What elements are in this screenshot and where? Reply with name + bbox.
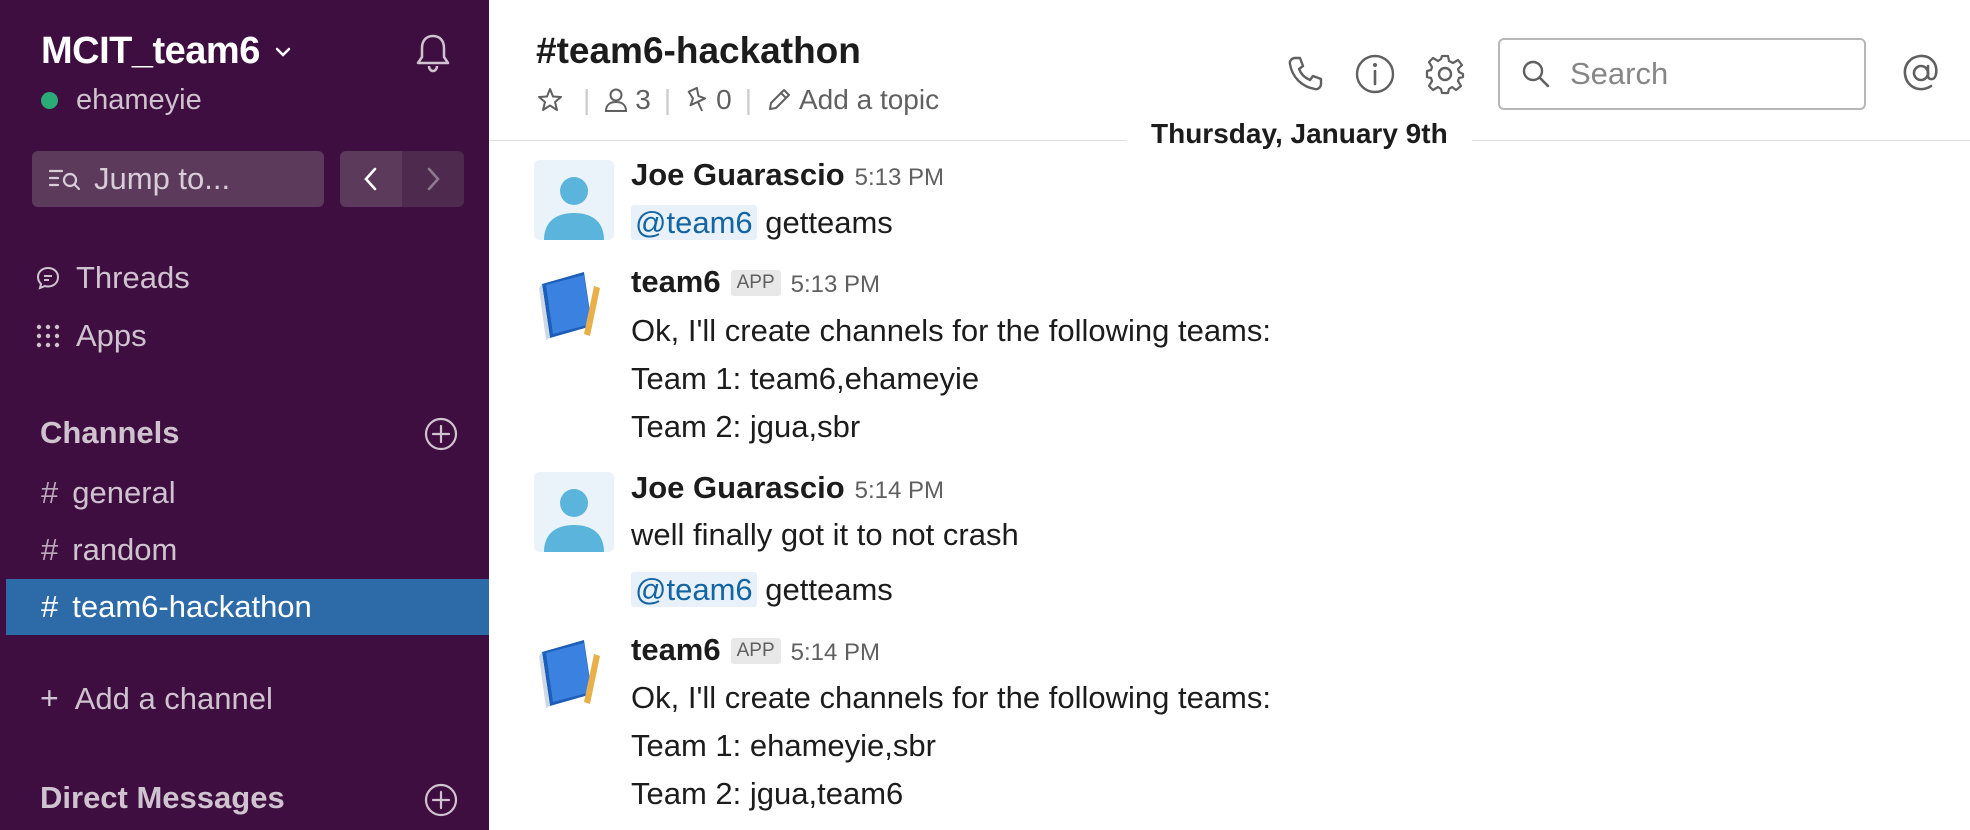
message-author[interactable]: team6 — [631, 264, 721, 300]
sidebar-item-apps[interactable]: Apps — [34, 318, 147, 354]
back-button[interactable] — [340, 151, 402, 207]
channels-header[interactable]: Channels — [40, 415, 180, 451]
history-nav — [340, 151, 464, 207]
add-dm-circle-icon[interactable] — [423, 782, 459, 818]
app-badge: APP — [730, 270, 781, 296]
channel-label: general — [72, 475, 176, 510]
message-header: Joe Guarascio 5:13 PM — [631, 157, 944, 193]
bell-icon[interactable] — [410, 30, 456, 76]
sidebar-item-threads[interactable]: Threads — [34, 260, 190, 296]
message-body: well finally got it to not crash — [631, 517, 1019, 552]
jump-to-label: Jump to... — [94, 161, 231, 196]
gear-icon[interactable] — [1423, 52, 1467, 96]
message-author[interactable]: team6 — [631, 632, 721, 668]
bot-avatar[interactable] — [534, 266, 614, 346]
message-body: Ok, I'll create channels for the followi… — [631, 313, 1271, 348]
user-status[interactable]: ehameyie — [41, 84, 202, 117]
chevron-left-icon — [364, 167, 377, 191]
message-body: getteams — [765, 572, 893, 607]
workspace-name: MCIT_team6 — [41, 30, 260, 72]
message-body: Team 1: ehameyie,sbr — [631, 728, 936, 763]
add-channel-circle-icon[interactable] — [423, 416, 459, 452]
divider: | — [744, 84, 752, 115]
sidebar-item-label: Apps — [76, 318, 147, 353]
hash-icon: # — [41, 475, 59, 510]
message-timestamp[interactable]: 5:14 PM — [855, 477, 944, 505]
message-timestamp[interactable]: 5:13 PM — [791, 271, 880, 299]
message-header: Joe Guarascio 5:14 PM — [631, 470, 944, 506]
add-topic-label: Add a topic — [799, 84, 940, 115]
message-body: Team 2: jgua,team6 — [631, 776, 904, 811]
divider: | — [583, 84, 591, 115]
hash-icon: # — [41, 589, 59, 624]
members-count: 3 — [635, 84, 651, 115]
star-icon[interactable] — [536, 86, 564, 114]
search-icon — [1522, 60, 1550, 88]
forward-button[interactable] — [402, 151, 464, 207]
direct-messages-header[interactable]: Direct Messages — [40, 780, 285, 816]
message-body: Team 2: jgua,sbr — [631, 409, 861, 444]
search-box[interactable] — [1498, 38, 1866, 110]
message-text: @team6 getteams — [631, 205, 893, 241]
message-header: team6 APP 5:14 PM — [631, 632, 880, 668]
avatar[interactable] — [534, 160, 614, 240]
date-divider: Thursday, January 9th — [1127, 118, 1472, 150]
channel-meta: | 3 | 0 | Add a topic — [536, 84, 939, 116]
current-user-name: ehameyie — [76, 84, 202, 116]
message-body: Ok, I'll create channels for the followi… — [631, 680, 1271, 715]
plus-icon: + — [40, 680, 59, 716]
divider: | — [663, 84, 672, 115]
slack-app: MCIT_team6 ehameyie Jump to... Threads A… — [0, 0, 1970, 830]
phone-icon[interactable] — [1283, 52, 1327, 96]
chevron-right-icon — [427, 167, 440, 191]
pencil-icon — [769, 89, 790, 110]
search-list-icon — [48, 169, 81, 191]
user-avatar-icon — [534, 160, 614, 240]
members-button[interactable]: 3 — [603, 84, 651, 116]
channel-title[interactable]: #team6-hackathon — [536, 30, 861, 72]
message-header: team6 APP 5:13 PM — [631, 264, 880, 300]
pin-icon — [687, 86, 707, 112]
sidebar: MCIT_team6 ehameyie Jump to... Threads A… — [0, 0, 489, 830]
person-icon — [605, 88, 628, 112]
channel-label: random — [72, 532, 178, 567]
message-text: @team6 getteams — [631, 572, 893, 608]
hash-icon: # — [41, 532, 59, 567]
message-body: getteams — [765, 205, 893, 240]
app-book-icon — [534, 266, 614, 346]
user-avatar-icon — [534, 472, 614, 552]
message-body: Team 1: team6,ehameyie — [631, 361, 980, 396]
channel-random[interactable]: # random — [6, 522, 489, 578]
channel-label: team6-hackathon — [72, 589, 312, 624]
message-author[interactable]: Joe Guarascio — [631, 157, 845, 193]
channel-team6-hackathon[interactable]: # team6-hackathon — [6, 579, 489, 635]
add-channel-label: Add a channel — [74, 680, 273, 716]
message-timestamp[interactable]: 5:13 PM — [855, 164, 944, 192]
channel-general[interactable]: # general — [6, 465, 489, 521]
sidebar-item-label: Threads — [76, 260, 190, 295]
app-badge: APP — [730, 638, 781, 664]
chevron-down-icon — [275, 47, 291, 57]
message-author[interactable]: Joe Guarascio — [631, 470, 845, 506]
jump-to-button[interactable]: Jump to... — [32, 151, 324, 207]
add-topic-button[interactable]: Add a topic — [765, 84, 939, 116]
apps-icon — [36, 324, 60, 348]
mentions-at-icon[interactable] — [1898, 50, 1944, 96]
app-book-icon — [534, 634, 614, 714]
threads-icon — [36, 266, 60, 290]
pins-count: 0 — [716, 84, 732, 115]
info-icon[interactable] — [1353, 52, 1397, 96]
presence-dot-icon — [41, 92, 58, 109]
avatar[interactable] — [534, 472, 614, 552]
bot-avatar[interactable] — [534, 634, 614, 714]
pins-button[interactable]: 0 — [684, 84, 732, 116]
add-channel-button[interactable]: + Add a channel — [40, 680, 273, 717]
search-input[interactable] — [1568, 55, 1832, 93]
user-mention[interactable]: @team6 — [631, 205, 757, 240]
user-mention[interactable]: @team6 — [631, 572, 757, 607]
message-timestamp[interactable]: 5:14 PM — [791, 639, 880, 667]
workspace-switcher[interactable]: MCIT_team6 — [41, 30, 294, 73]
